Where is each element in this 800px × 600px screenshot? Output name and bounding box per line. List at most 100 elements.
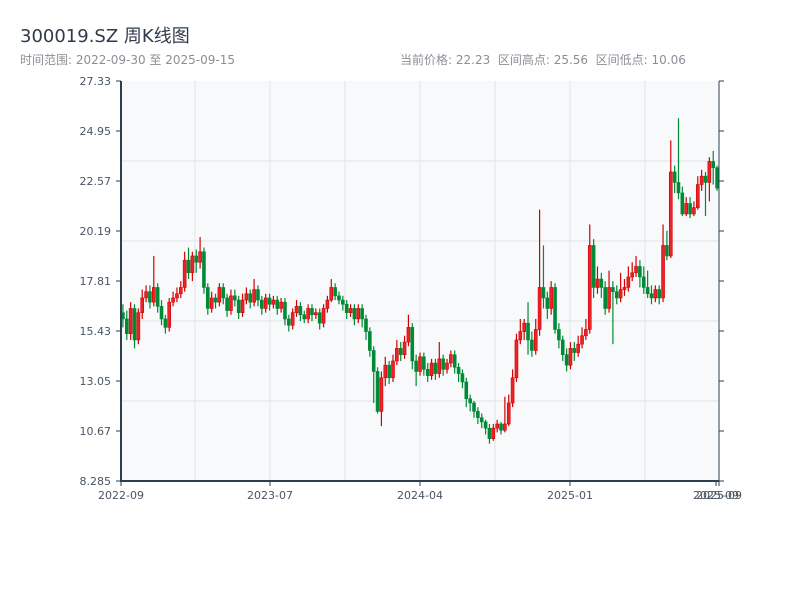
candle-down [468,398,472,404]
candle-up [495,423,499,429]
candle-down [603,287,607,309]
candle-down [360,308,364,320]
candle-up [167,301,172,328]
candle-up [634,266,638,274]
candle-up [175,293,179,299]
candle-up [356,308,361,320]
candle-down [638,266,642,278]
candle-down [368,331,372,351]
candle-up [306,308,310,320]
candle-down [267,297,272,305]
candle-up [406,327,411,343]
candle-down [236,299,241,313]
candle-down [410,327,415,362]
x-tick-label: 2025-01 [547,489,593,502]
candle-up [518,331,523,341]
candle-down [337,295,341,301]
candle-down [688,203,692,215]
candle-down [649,293,654,299]
candle-up [568,348,573,366]
candle-down [186,259,191,274]
candle-up [684,203,689,215]
y-tick-label: 13.05 [80,375,112,388]
candle-down [248,293,253,303]
candle-down [302,314,307,320]
candle-down [665,245,669,257]
candle-down [155,287,160,307]
candle-down [260,299,264,309]
candle-down [425,369,430,376]
candle-up [379,377,384,412]
candle-up [587,245,592,330]
y-tick-label: 22.57 [80,175,112,188]
candle-up [429,362,434,376]
candle-up [244,293,249,301]
candle-down [364,318,368,332]
candle-up [533,329,538,351]
candle-up [329,287,334,301]
candle-down [163,318,168,328]
candle-up [630,272,634,278]
candle-down [487,427,492,439]
candle-up [607,287,611,309]
candle-down [541,287,546,299]
candle-down [614,291,619,299]
candle-up [271,299,276,305]
candle-down [371,350,376,372]
candle-up [537,287,542,330]
candle-down [711,161,716,169]
candle-down [310,308,314,316]
candle-up [321,308,326,324]
candle-down [124,318,129,334]
candle-up [576,343,580,353]
candle-down [398,348,403,355]
candle-up [128,308,133,334]
candle-up [699,175,704,185]
candle-up [595,278,600,288]
candle-up [252,289,256,303]
candle-up [144,291,148,299]
candle-up [179,287,183,295]
candle-down [560,339,565,355]
candle-up [402,341,407,355]
candle-down [456,366,461,374]
candle-up [661,245,665,299]
candle-up [190,255,195,274]
candle-up [294,306,299,313]
candle-down [132,308,137,341]
candle-down [641,276,646,288]
candle-down [159,306,164,320]
candle-down [591,245,596,288]
x-tick-label: 2025-09 [696,489,742,502]
candle-down [483,421,488,429]
candle-up [584,329,588,337]
candle-down [499,423,503,431]
candle-up [348,308,353,313]
candle-up [391,360,395,379]
candle-up [198,251,202,263]
y-tick-label: 10.67 [80,425,112,438]
candle-down [672,171,677,183]
candle-up [445,362,449,370]
x-tick-label: 2023-07 [247,489,293,502]
candle-down [572,348,577,353]
candle-down [645,287,650,295]
candle-down [460,373,465,383]
candle-up [549,287,553,309]
candle-down [464,381,469,400]
candle-up [668,171,673,257]
candle-up [503,423,507,431]
candle-up [707,161,712,183]
candle-down [472,402,476,412]
candle-up [580,335,584,345]
candle-down [545,297,550,309]
candle-up [171,297,175,303]
candle-up [449,354,453,364]
candle-down [387,364,391,379]
y-tick-label: 27.33 [80,75,112,88]
candle-up [506,402,511,425]
candle-down [206,287,210,309]
y-tick-label: 15.43 [80,325,112,338]
candle-down [441,358,445,370]
candle-down [557,329,561,341]
